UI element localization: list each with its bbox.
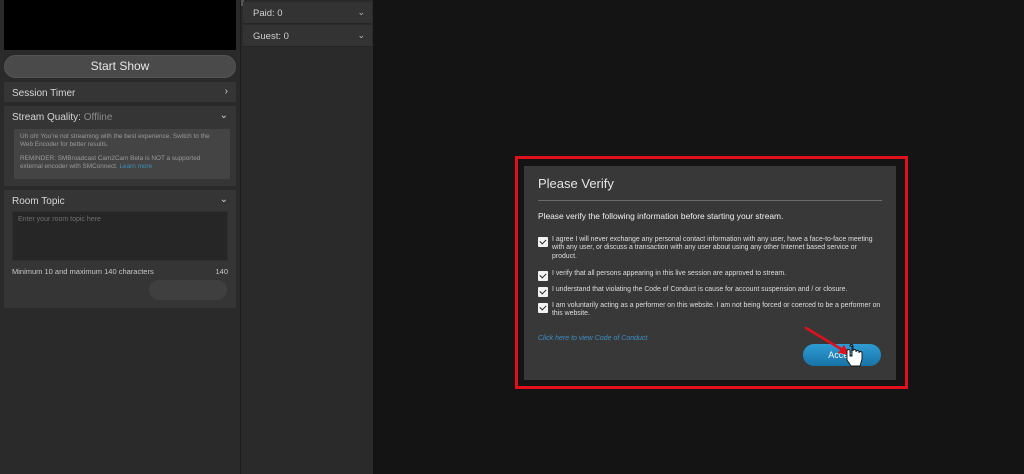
modal-title: Please Verify [538, 176, 614, 191]
stream-quality-label: Stream Quality: [12, 112, 81, 123]
check-text-no-contact: I agree I will never exchange any person… [552, 236, 873, 260]
check-text-code-of-conduct: I understand that violating the Code of … [552, 286, 848, 293]
encoder-reminder: REMINDER: SMBroadcast Cam2Cam Beta is NO… [20, 155, 224, 170]
learn-more-link[interactable]: Learn more [119, 163, 152, 170]
room-topic-input[interactable] [12, 211, 228, 261]
video-preview [4, 0, 236, 50]
checkbox-approved-persons[interactable] [538, 271, 548, 281]
check-text-voluntary: I am voluntarily acting as a performer o… [552, 302, 881, 318]
checkbox-code-of-conduct[interactable] [538, 287, 548, 297]
hand-cursor-icon [846, 344, 863, 367]
stream-quality-heading: Stream Quality: Offline [12, 112, 112, 123]
chevron-down-icon: ⌄ [357, 7, 365, 17]
room-topic-section: Room Topic ⌄ Minimum 10 and maximum 140 … [4, 190, 236, 308]
chevron-down-icon[interactable]: ⌄ [220, 110, 228, 121]
guest-count-label: Guest: 0 [253, 31, 289, 42]
chevron-down-icon: ⌄ [357, 30, 365, 40]
session-timer-label: Session Timer [12, 88, 76, 99]
start-show-button[interactable]: Start Show [4, 55, 236, 78]
code-of-conduct-link[interactable]: Click here to view Code of Conduct [538, 335, 647, 342]
stream-quality-section: Stream Quality: Offline ⌄ Uh oh! You're … [4, 106, 236, 186]
guest-count-row[interactable]: Guest: 0 ⌄ [243, 25, 372, 47]
checkbox-no-contact[interactable] [538, 237, 548, 247]
session-timer-row[interactable]: Session Timer › [4, 82, 236, 102]
topic-char-count: 140 [215, 267, 228, 276]
checkbox-voluntary[interactable] [538, 303, 548, 313]
viewer-counts-column: Paid: 0 ⌄ Guest: 0 ⌄ [240, 0, 373, 474]
modal-intro: Please verify the following information … [538, 211, 784, 221]
left-panel: Start Show Session Timer › Stream Qualit… [0, 0, 240, 474]
stream-status: Offline [83, 112, 113, 123]
topic-submit-button[interactable] [149, 280, 227, 300]
annotation-arrow-icon [804, 326, 863, 367]
encoder-reminder-text: REMINDER: SMBroadcast Cam2Cam Beta is NO… [20, 155, 201, 170]
check-text-approved-persons: I verify that all persons appearing in t… [552, 270, 787, 277]
topic-limit-text: Minimum 10 and maximum 140 characters [12, 267, 154, 276]
paid-count-label: Paid: 0 [253, 8, 283, 19]
chevron-right-icon: › [224, 86, 228, 97]
paid-count-row[interactable]: Paid: 0 ⌄ [243, 2, 372, 24]
quality-warning-box: Uh oh! You're not streaming with the bes… [14, 129, 230, 179]
quality-warning-text: Uh oh! You're not streaming with the bes… [20, 133, 210, 148]
modal-divider [538, 200, 882, 201]
chevron-down-icon[interactable]: ⌄ [220, 194, 228, 205]
room-topic-label: Room Topic [12, 196, 65, 207]
